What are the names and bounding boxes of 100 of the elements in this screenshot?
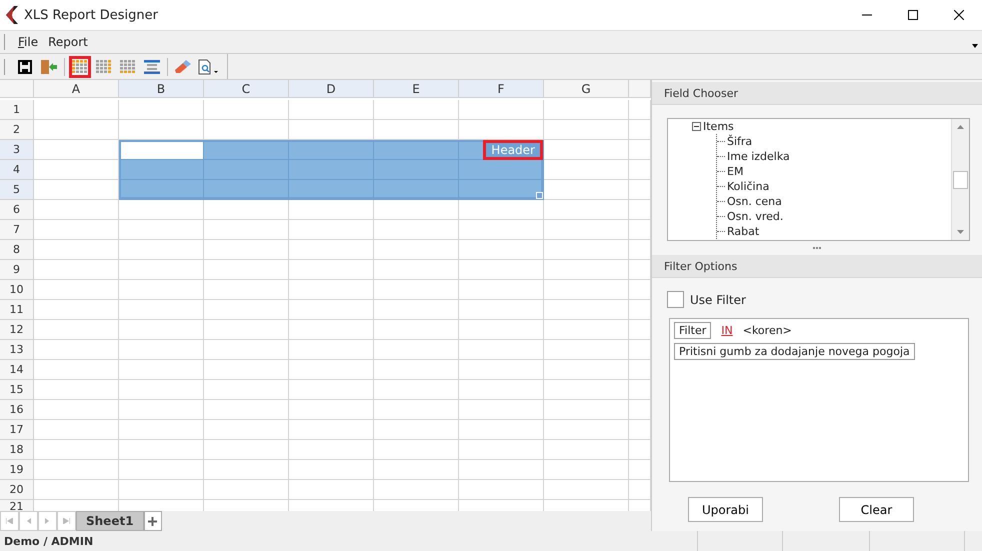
table-cell[interactable] (629, 380, 651, 400)
table-cell[interactable] (204, 160, 289, 180)
nav-button[interactable] (57, 511, 76, 531)
table-cell[interactable] (289, 400, 374, 420)
table-cell[interactable] (629, 320, 651, 340)
table-cell[interactable] (34, 320, 119, 340)
row-header[interactable]: 3 (0, 140, 34, 160)
action-button[interactable]: Uporabi (688, 497, 763, 522)
filter-target[interactable]: <koren> (742, 324, 792, 337)
operator-link[interactable]: IN (721, 324, 733, 337)
table-cell[interactable] (119, 280, 204, 300)
table-cell[interactable] (204, 360, 289, 380)
column-header[interactable]: B (119, 80, 204, 98)
table-cell[interactable] (459, 120, 544, 140)
row-header[interactable]: 1 (0, 100, 34, 120)
table-cell[interactable] (289, 120, 374, 140)
table-cell[interactable] (459, 200, 544, 220)
table-cell[interactable] (629, 280, 651, 300)
table-cell[interactable] (544, 420, 629, 440)
table-cell[interactable] (544, 320, 629, 340)
table-cell[interactable] (629, 240, 651, 260)
table-cell[interactable] (374, 260, 459, 280)
table-cell[interactable] (34, 180, 119, 200)
table-cell[interactable] (34, 240, 119, 260)
table-cell[interactable] (34, 420, 119, 440)
table-cell[interactable] (544, 160, 629, 180)
table-cell[interactable] (204, 280, 289, 300)
table-cell[interactable] (459, 420, 544, 440)
scrollbar[interactable] (951, 119, 969, 240)
table-cell[interactable] (374, 440, 459, 460)
table-cell[interactable] (289, 380, 374, 400)
collapse-icon[interactable] (692, 122, 701, 131)
row-header[interactable]: 11 (0, 300, 34, 320)
table-cell[interactable] (204, 240, 289, 260)
table-cell[interactable] (459, 160, 544, 180)
table-cell[interactable] (119, 260, 204, 280)
table-cell[interactable] (34, 200, 119, 220)
table-cell[interactable] (34, 120, 119, 140)
table-cell[interactable] (629, 180, 651, 200)
table-cell[interactable] (34, 220, 119, 240)
table-cell[interactable] (119, 180, 204, 200)
table-cell[interactable] (204, 320, 289, 340)
nav-button[interactable] (0, 511, 19, 531)
filter-button[interactable]: Filter (674, 322, 712, 339)
table-cell[interactable] (459, 260, 544, 280)
table-cell[interactable] (34, 480, 119, 500)
table-cell[interactable] (34, 340, 119, 360)
table-cell[interactable] (289, 180, 374, 200)
nav-button[interactable] (38, 511, 57, 531)
table-cell[interactable] (374, 300, 459, 320)
table-cell[interactable] (34, 140, 119, 160)
table-cell[interactable] (544, 260, 629, 280)
table-cell[interactable] (289, 140, 374, 160)
table-cell[interactable] (544, 200, 629, 220)
row-header[interactable]: 7 (0, 220, 34, 240)
table-cell[interactable] (119, 140, 204, 160)
table-cell[interactable] (374, 120, 459, 140)
scroll-up-icon[interactable] (957, 125, 964, 129)
tree-item[interactable]: Šifra (727, 134, 752, 148)
table-cell[interactable] (119, 340, 204, 360)
table-cell[interactable] (289, 460, 374, 480)
table-cell[interactable] (629, 420, 651, 440)
table-cell[interactable] (289, 240, 374, 260)
scroll-down-icon[interactable] (957, 230, 964, 234)
table-cell[interactable] (629, 140, 651, 160)
table-cell[interactable] (289, 260, 374, 280)
table-cell[interactable] (459, 320, 544, 340)
row-header[interactable]: 19 (0, 460, 34, 480)
table-cell[interactable] (204, 220, 289, 240)
table-cell[interactable] (374, 140, 459, 160)
tree-item[interactable]: Ime izdelka (727, 150, 790, 164)
table-cell[interactable] (629, 440, 651, 460)
checkbox[interactable] (667, 291, 684, 308)
fill-handle[interactable] (536, 192, 543, 199)
column-header[interactable]: F (459, 80, 544, 98)
table-cell[interactable] (204, 180, 289, 200)
table-cell[interactable] (204, 100, 289, 120)
table-cell[interactable] (34, 160, 119, 180)
column-header[interactable]: C (204, 80, 289, 98)
table-cell[interactable] (629, 300, 651, 320)
table-cell[interactable] (544, 280, 629, 300)
table-cell[interactable] (459, 400, 544, 420)
table-cell[interactable] (289, 480, 374, 500)
table-cell[interactable] (34, 280, 119, 300)
table-cell[interactable] (119, 240, 204, 260)
table-cell[interactable] (289, 280, 374, 300)
table-cell[interactable] (629, 480, 651, 500)
table-cell[interactable] (289, 420, 374, 440)
table-cell[interactable] (374, 320, 459, 340)
tree-item[interactable]: Osn. vred. (727, 210, 784, 224)
table-cell[interactable] (544, 480, 629, 500)
table-cell[interactable] (459, 340, 544, 360)
menu-item[interactable]: Report (43, 35, 93, 49)
row-header[interactable]: 21 (0, 500, 34, 511)
row-header[interactable]: 4 (0, 160, 34, 180)
row-header[interactable]: 5 (0, 180, 34, 200)
table-cell[interactable] (289, 340, 374, 360)
table-cell[interactable] (119, 200, 204, 220)
table-cell[interactable] (374, 200, 459, 220)
table-cell[interactable] (204, 480, 289, 500)
